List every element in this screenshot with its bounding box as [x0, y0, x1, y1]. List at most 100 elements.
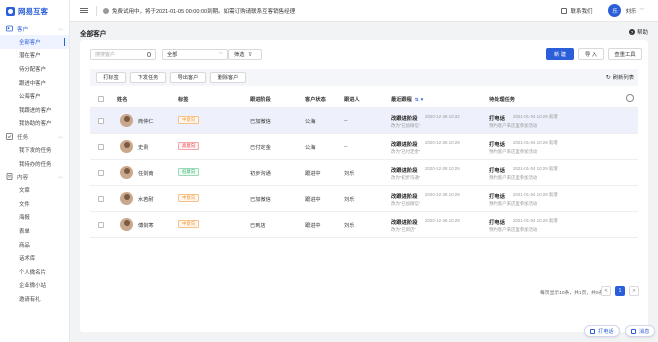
sidebar-item-following[interactable]: 跟进中客户	[0, 76, 69, 90]
column-status[interactable]: 客户状态	[305, 96, 326, 103]
select-all-checkbox[interactable]	[98, 96, 104, 102]
page-title: 全部客户	[80, 31, 107, 38]
row-checkbox[interactable]	[98, 144, 104, 150]
row-checkbox[interactable]	[98, 118, 104, 124]
sidebar-item-posters[interactable]: 海报	[0, 211, 69, 225]
tag-badge: 中意向	[178, 194, 200, 202]
sidebar-item-business-card[interactable]: 个人微名片	[0, 265, 69, 279]
status-value: 跟进中	[305, 223, 321, 229]
delete-button[interactable]: 删除客户	[210, 72, 246, 83]
sidebar-item-micro-site[interactable]: 企业微小站	[0, 279, 69, 293]
search-icon[interactable]	[146, 52, 151, 57]
export-button[interactable]: 导出客户	[170, 72, 206, 83]
task-title: 打电话	[489, 194, 505, 200]
query-tool-button[interactable]: 查重工具	[608, 48, 642, 60]
nav-group-content[interactable]: 内容 ︿	[0, 170, 69, 183]
refresh-button[interactable]: ↻ 刷新列表	[605, 73, 634, 82]
refresh-icon: ↻	[605, 74, 611, 81]
customer-name[interactable]: 水若耐	[138, 196, 154, 203]
task-time: 2021-01-04 10:29 就增	[513, 140, 558, 145]
sidebar-item-tasks-issued[interactable]: 我下发的任务	[0, 143, 69, 157]
latest-title: 改跟进阶段	[391, 194, 418, 200]
sidebar-item-public-pool[interactable]: 公海客户	[0, 89, 69, 103]
task-title: 打电话	[489, 116, 505, 122]
next-page-button[interactable]: >	[629, 286, 639, 296]
table-row[interactable]: 水若耐 中意向 已加微信 跟进中 刘乐 改跟进阶段 2020-12-28 10:…	[90, 186, 638, 212]
sidebar-item-tasks-todo[interactable]: 我待办的任务	[0, 157, 69, 171]
nav-group-customers[interactable]: 客户 ︿	[0, 22, 69, 35]
filter-button[interactable]: 筛选 ⊽	[228, 49, 262, 60]
message-icon	[631, 328, 636, 334]
import-button[interactable]: 导 入	[578, 48, 604, 60]
column-name[interactable]: 姓名	[117, 96, 127, 103]
table-row[interactable]: 商仲仁 中意向 已加微信 公海 -- 改跟进阶段 2020-12-28 10:3…	[90, 108, 638, 134]
new-button[interactable]: 新 建	[546, 48, 574, 60]
sidebar-item-files[interactable]: 文件	[0, 197, 69, 211]
task-time: 2021-01-04 10:29 就增	[513, 114, 558, 119]
message-label: 消息	[639, 328, 650, 335]
row-checkbox[interactable]	[98, 222, 104, 228]
nav-group-tasks[interactable]: 任务 ︿	[0, 130, 69, 143]
stage-value: 已加微信	[250, 119, 271, 125]
latest-title: 改跟进阶段	[391, 220, 418, 226]
prev-page-button[interactable]: <	[601, 286, 611, 296]
sidebar-item-scripts[interactable]: 话术库	[0, 251, 69, 265]
sidebar-item-my-following[interactable]: 我跟进的客户	[0, 103, 69, 117]
follower-value: 刘乐	[344, 223, 355, 229]
menu-toggle-icon[interactable]	[80, 7, 88, 14]
sort-icon[interactable]: ⇅ ▼	[415, 97, 424, 102]
task-title: 打电话	[489, 220, 505, 226]
sidebar-item-forms[interactable]: 表单	[0, 224, 69, 238]
settings-gear-icon[interactable]	[626, 94, 634, 102]
contact-us-link[interactable]: 联系我们	[561, 7, 592, 15]
column-tag[interactable]: 标签	[178, 96, 188, 103]
scope-select[interactable]: 全部 ﹀	[162, 49, 228, 60]
sidebar: 网易互客 客户 ︿ 全部客户 潜在客户 待分配客户 跟进中客户 公海客户 我跟进…	[0, 0, 70, 342]
column-stage[interactable]: 跟进阶段	[250, 96, 271, 103]
sidebar-item-invite[interactable]: 邀请有礼	[0, 292, 69, 306]
avatar[interactable]: 乐	[608, 4, 622, 17]
table-row[interactable]: 傅剑寒 中意向 已到店 跟进中 刘乐 改跟进阶段 2020-12-28 10:2…	[90, 212, 638, 238]
tag-badge: 中意向	[178, 220, 200, 228]
customer-name[interactable]: 商仲仁	[138, 118, 154, 125]
call-float-button[interactable]: 打电话	[584, 325, 620, 337]
customer-avatar	[120, 192, 133, 205]
row-checkbox[interactable]	[98, 170, 104, 176]
latest-time: 2020-12-28 10:32	[425, 114, 460, 119]
page-1-button[interactable]: 1	[615, 286, 625, 296]
latest-time: 2020-12-28 10:29	[425, 166, 460, 171]
message-float-button[interactable]: 消息	[625, 325, 656, 337]
sidebar-item-articles[interactable]: 文章	[0, 183, 69, 197]
status-value: 跟进中	[305, 171, 321, 177]
latest-time: 2020-12-28 10:29	[425, 192, 460, 197]
sidebar-item-unassigned[interactable]: 待分配客户	[0, 62, 69, 76]
customer-name[interactable]: 傅剑寒	[138, 222, 154, 229]
assign-task-button[interactable]: 下发任务	[130, 72, 166, 83]
search-input[interactable]: 搜搜客户	[90, 49, 156, 60]
sidebar-item-products[interactable]: 商品	[0, 238, 69, 252]
row-checkbox[interactable]	[98, 196, 104, 202]
tag-button[interactable]: 打标签	[96, 72, 126, 83]
divider	[96, 5, 97, 16]
sidebar-item-potential[interactable]: 潜在客户	[0, 49, 69, 63]
sidebar-item-all-customers[interactable]: 全部客户	[0, 35, 69, 49]
column-follower[interactable]: 跟进人	[344, 96, 360, 103]
status-value: 跟进中	[305, 197, 321, 203]
chevron-up-icon: ︿	[57, 174, 63, 181]
customer-name[interactable]: 史贵	[138, 144, 148, 151]
help-link[interactable]: ? 帮助	[628, 28, 648, 36]
task-sub: 预约客户来店里参加活动	[489, 175, 538, 180]
column-todo[interactable]: 待处理任务	[489, 96, 515, 103]
sidebar-item-my-assisting[interactable]: 我协助的客户	[0, 117, 69, 131]
chevron-down-icon[interactable]: ﹀	[640, 8, 645, 14]
customer-name[interactable]: 任剑南	[138, 170, 154, 177]
nav-group-label: 内容	[17, 174, 29, 181]
table-row[interactable]: 任剑南 低意向 初步沟通 跟进中 刘乐 改跟进阶段 2020-12-28 10:…	[90, 160, 638, 186]
customer-list-card: 搜搜客户 全部 ﹀ 筛选 ⊽ 新 建 导 入 查重工具 打标签 下发任务 导出客…	[80, 40, 648, 332]
tag-badge: 低意向	[178, 168, 200, 176]
table-row[interactable]: 史贵 高意向 已付定金 公海 -- 改跟进阶段 2020-12-28 10:29…	[90, 134, 638, 160]
column-latest[interactable]: 最近跟程 ⇅ ▼	[391, 96, 424, 103]
app-logo[interactable]: 网易互客	[0, 0, 69, 22]
user-name[interactable]: 刘乐	[625, 7, 636, 15]
latest-title: 改跟进阶段	[391, 116, 418, 122]
